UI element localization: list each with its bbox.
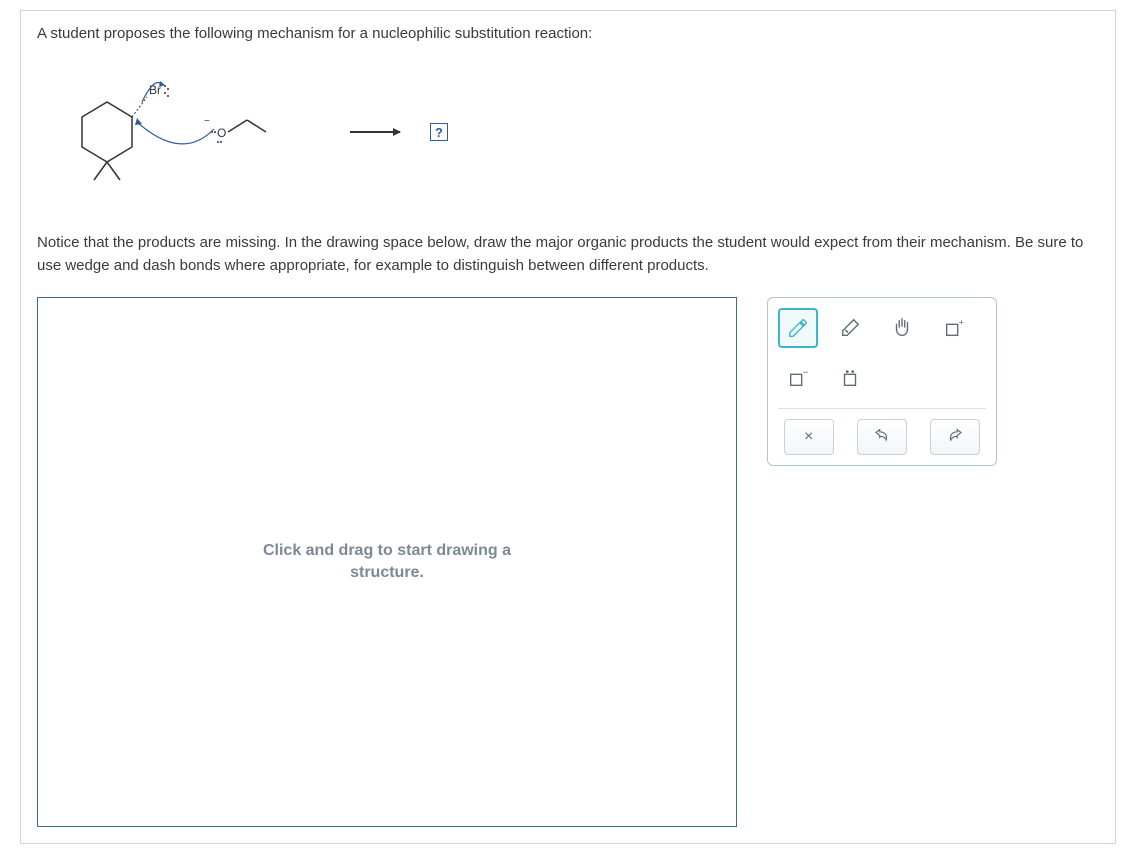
reaction-arrow-container: ? — [350, 123, 448, 141]
undo-button[interactable] — [857, 419, 907, 455]
pencil-icon — [787, 317, 809, 339]
redo-icon — [946, 428, 964, 446]
svg-text:O: O — [217, 126, 226, 140]
pencil-tool[interactable] — [778, 308, 818, 348]
problem-intro: A student proposes the following mechani… — [37, 23, 1099, 44]
hand-icon — [891, 317, 913, 339]
svg-text:+: + — [959, 317, 964, 327]
clear-button[interactable]: × — [784, 419, 834, 455]
redo-button[interactable] — [930, 419, 980, 455]
hand-tool[interactable] — [882, 308, 922, 348]
svg-text:−: − — [204, 116, 210, 127]
drawing-canvas[interactable]: Click and drag to start drawing a struct… — [37, 297, 737, 827]
charge-plus-icon: + — [943, 317, 965, 339]
instruction-text: Notice that the products are missing. In… — [37, 232, 1099, 277]
lone-pair-tool[interactable] — [830, 358, 870, 398]
eraser-icon — [839, 317, 861, 339]
canvas-placeholder: Click and drag to start drawing a struct… — [263, 540, 511, 585]
eraser-tool[interactable] — [830, 308, 870, 348]
drawing-toolbar: + − × — [767, 297, 997, 466]
charge-plus-tool[interactable]: + — [934, 308, 974, 348]
mechanism-diagram: Br − O ? — [52, 62, 1099, 202]
svg-text:Br: Br — [149, 83, 161, 97]
product-placeholder: ? — [430, 123, 448, 141]
lone-pair-icon — [839, 367, 861, 389]
close-icon: × — [804, 428, 813, 446]
svg-text:−: − — [803, 367, 809, 378]
undo-icon — [873, 428, 891, 446]
charge-minus-icon: − — [787, 367, 809, 389]
charge-minus-tool[interactable]: − — [778, 358, 818, 398]
problem-container: A student proposes the following mechani… — [20, 10, 1116, 844]
reaction-arrow — [350, 131, 400, 133]
workspace: Click and drag to start drawing a struct… — [37, 297, 1099, 827]
